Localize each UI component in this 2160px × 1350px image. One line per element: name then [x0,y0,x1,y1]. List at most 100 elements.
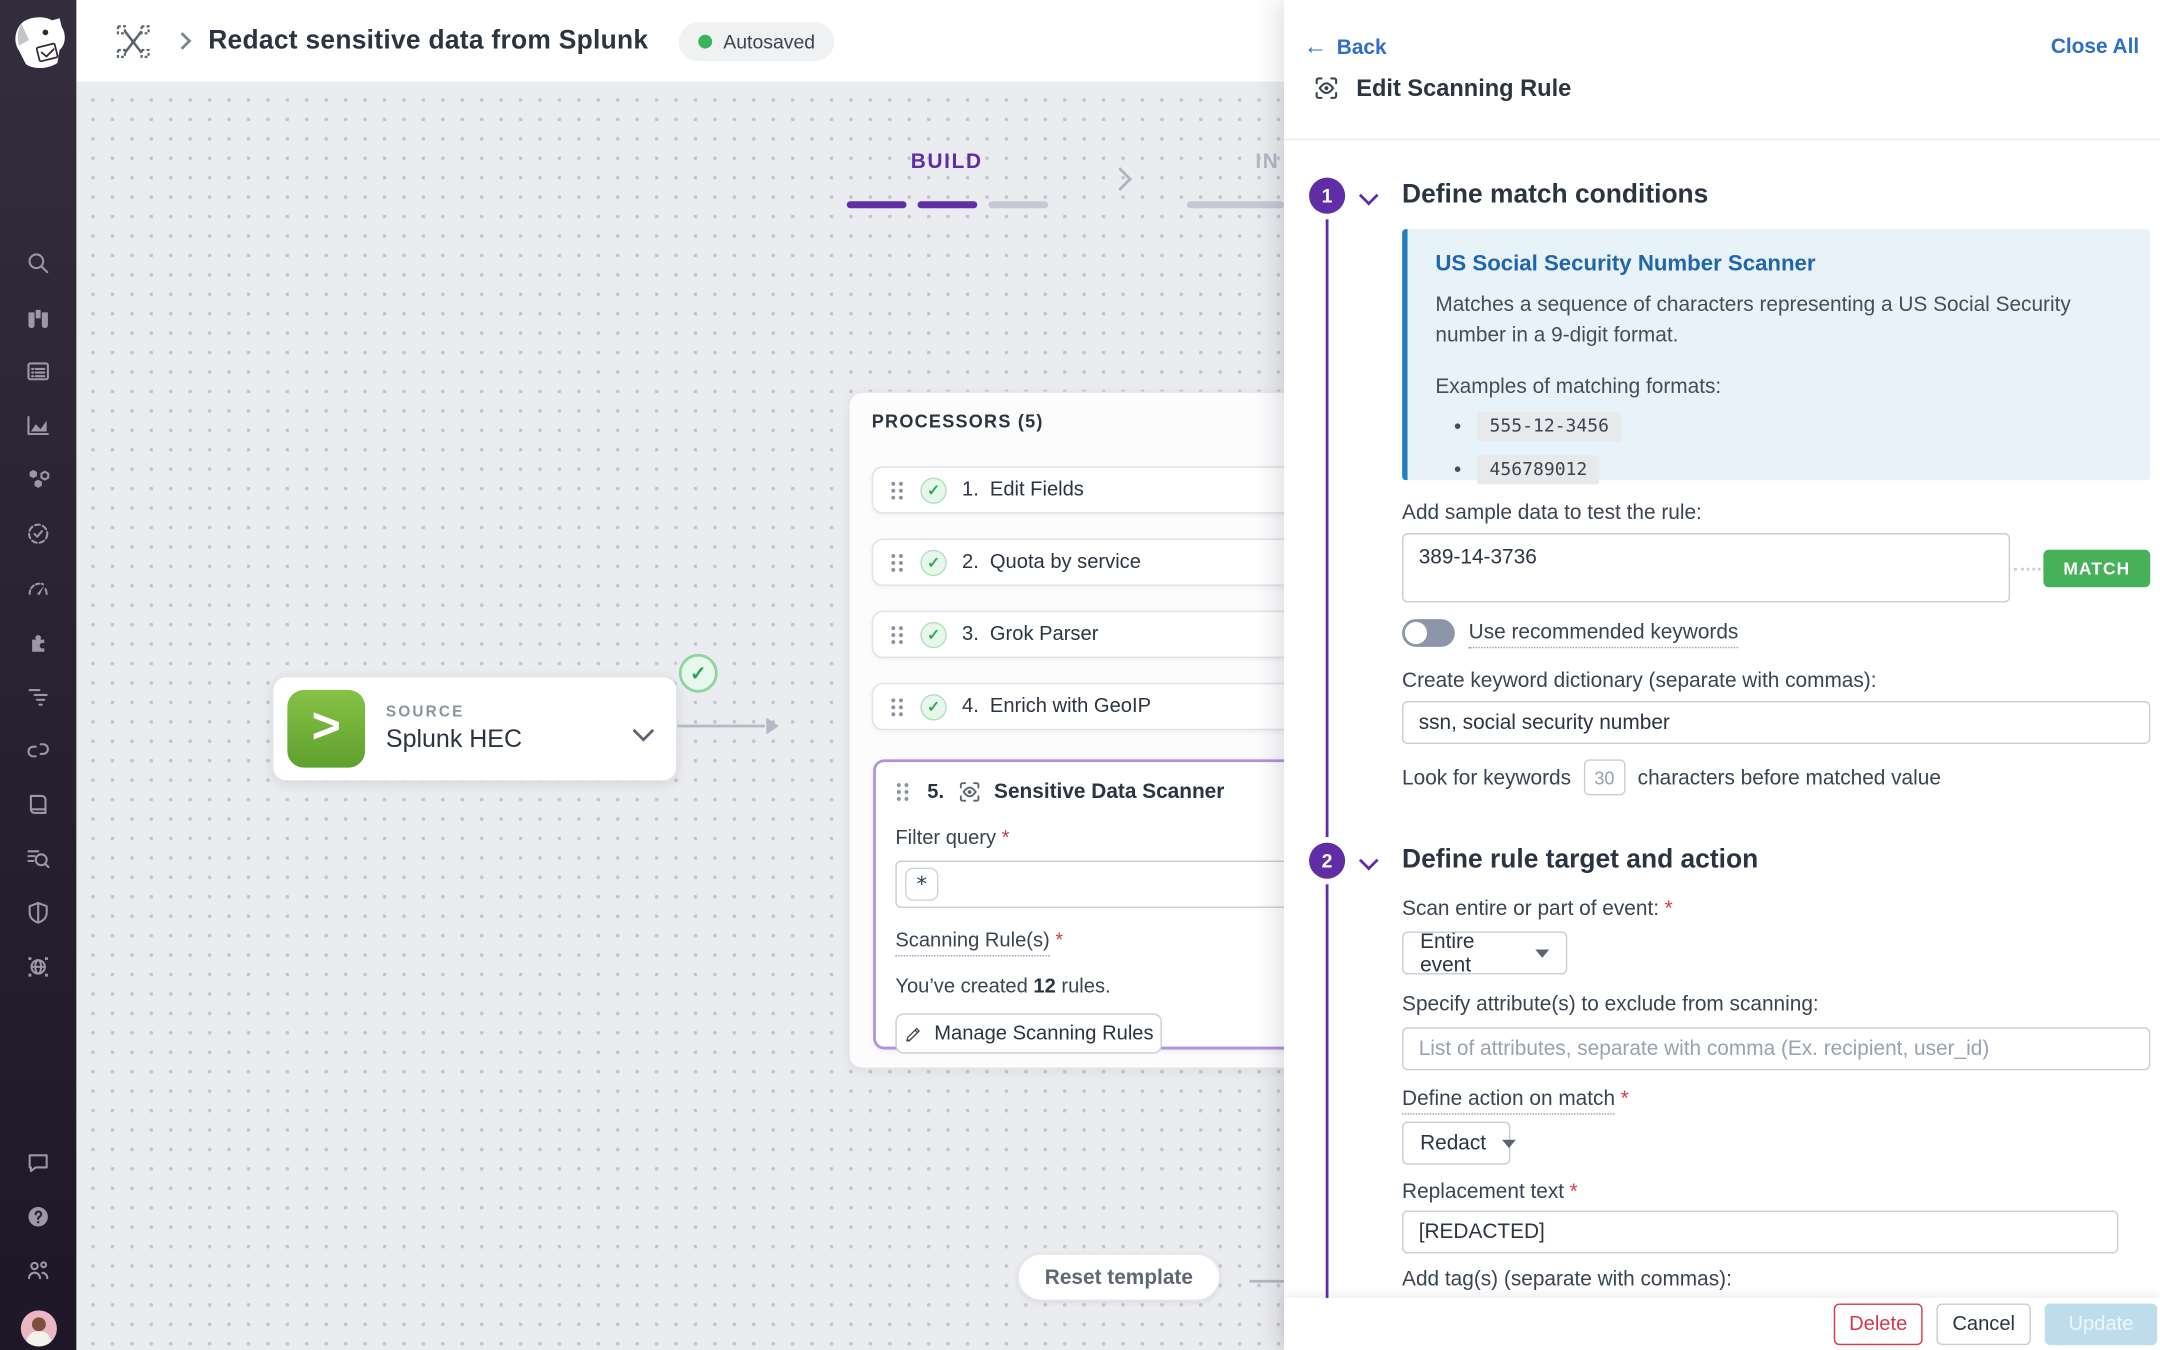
scanning-rules-label: Scanning Rule(s)* [895,930,1284,956]
autosaved-dot-icon [698,34,712,48]
scanner-info-title: US Social Security Number Scanner [1435,253,2122,278]
example-item: 456789012 [1455,455,2123,484]
scan-scope-select[interactable]: Entire event [1402,931,1567,974]
step-install-label[interactable]: IN [1226,150,1284,174]
exclude-attributes-input[interactable] [1402,1027,2150,1070]
pipelines-breadcrumb-icon[interactable] [115,23,151,59]
drag-handle-icon[interactable] [890,624,905,645]
section-2-number: 2 [1309,843,1345,879]
processor-row-geoip[interactable]: ✓ 4. Enrich with GeoIP [872,683,1284,730]
processors-header: PROCESSORS (5) [872,411,1044,432]
filter-query-chip[interactable]: * [905,868,938,901]
infrastructure-hexagons-icon[interactable] [0,453,76,507]
source-node-splunk-hec[interactable]: > SOURCE Splunk HEC [272,676,677,782]
exclude-attributes-label: Specify attribute(s) to exclude from sca… [1402,993,1819,1017]
step-segment [918,201,978,208]
panel-footer: Delete Cancel Update [1284,1298,2160,1350]
step-build-label[interactable]: BUILD [863,150,1030,174]
section-1-collapse-chevron-icon[interactable] [1359,186,1379,206]
update-button[interactable]: Update [2045,1303,2157,1345]
pencil-icon [904,1024,923,1043]
step-segment [988,201,1048,208]
section-2-collapse-chevron-icon[interactable] [1359,851,1379,871]
breadcrumb-chevron-icon [174,32,192,50]
logs-filter-icon[interactable] [0,669,76,723]
drag-handle-icon[interactable] [890,696,905,717]
scanner-icon [1312,74,1341,103]
action-select[interactable]: Redact [1402,1122,1510,1165]
source-expand-chevron-icon[interactable] [633,720,655,742]
help-icon[interactable] [0,1190,76,1244]
back-arrow-icon: ← [1303,33,1327,61]
processor-row-grok[interactable]: ✓ 3. Grok Parser [872,611,1284,658]
step-chevron-icon [1108,167,1132,191]
source-connector-arrow-icon [766,718,778,735]
example-item: 555-12-3456 [1455,412,2123,441]
scanner-icon [957,779,983,805]
step-segment [1187,201,1284,208]
processor-row-edit-fields[interactable]: ✓ 1. Edit Fields [872,466,1284,513]
datadog-logo[interactable] [8,11,69,78]
panel-title: Edit Scanning Rule [1356,74,1571,102]
user-avatar[interactable] [20,1310,56,1346]
processor-card-sensitive-data-scanner[interactable]: 5. Sensitive Data Scanner Filter query* … [873,759,1284,1049]
recommended-keywords-toggle[interactable] [1402,619,1455,647]
service-link-icon[interactable] [0,723,76,777]
section-connector-line [1326,219,1329,837]
section-2-title: Define rule target and action [1402,845,1758,876]
cancel-button[interactable]: Cancel [1936,1303,2030,1345]
divider [1284,139,2160,140]
synthetics-target-icon[interactable] [0,507,76,561]
replacement-text-input[interactable] [1402,1210,2118,1253]
page-title: Redact sensitive data from Splunk [208,26,648,57]
edit-scanning-rule-panel: ← Back Close All Edit Scanning Rule 1 De… [1284,0,2160,1350]
bullet-icon [1455,423,1461,429]
processor-check-icon: ✓ [920,477,946,503]
keyword-dictionary-label: Create keyword dictionary (separate with… [1402,669,1876,693]
app-root: Redact sensitive data from Splunk Autosa… [0,0,2160,1350]
sample-data-input[interactable]: 389-14-3736 [1402,533,2010,602]
processor-check-icon: ✓ [920,621,946,647]
integrations-puzzle-icon[interactable] [0,615,76,669]
apm-gauge-icon[interactable] [0,561,76,615]
close-all-link[interactable]: Close All [2051,35,2139,59]
search-icon[interactable] [0,236,76,290]
delete-button[interactable]: Delete [1834,1303,1923,1345]
processor-row-quota[interactable]: ✓ 2. Quota by service [872,539,1284,586]
back-link[interactable]: ← Back [1303,33,1386,61]
metrics-chart-icon[interactable] [0,398,76,452]
watchdog-binoculars-icon[interactable] [0,290,76,344]
notebook-icon[interactable] [0,777,76,831]
log-explorer-icon[interactable] [0,832,76,886]
step-segment [847,201,907,208]
chat-icon[interactable] [0,1136,76,1190]
dashboards-icon[interactable] [0,344,76,398]
section-connector-line [1326,884,1329,1298]
match-button[interactable]: MATCH [2043,550,2150,587]
org-people-icon[interactable] [0,1244,76,1298]
drag-handle-icon[interactable] [890,552,905,573]
section-1-number: 1 [1309,178,1345,214]
source-kind-label: SOURCE [386,704,522,721]
filter-query-input[interactable]: * [895,861,1284,908]
drag-handle-icon[interactable] [895,782,910,803]
reset-template-button[interactable]: Reset template [1018,1254,1221,1301]
bullet-icon [1455,466,1461,472]
destination-connector-line [1249,1280,1284,1283]
source-valid-check-icon: ✓ [679,654,718,693]
keyword-chars-input[interactable]: 30 [1584,759,1626,795]
security-shield-icon[interactable] [0,886,76,940]
filter-query-label: Filter query* [895,827,1284,849]
network-globe-icon[interactable] [0,940,76,994]
manage-scanning-rules-button[interactable]: Manage Scanning Rules [895,1013,1162,1053]
processor-check-icon: ✓ [920,549,946,575]
recommended-keywords-label: Use recommended keywords [1469,621,1739,649]
scanner-info-description: Matches a sequence of characters represe… [1435,290,2146,350]
keyword-dictionary-input[interactable] [1402,701,2150,744]
scan-scope-label: Scan entire or part of event:* [1402,897,1673,921]
drag-handle-icon[interactable] [890,480,905,501]
processors-group: PROCESSORS (5) ✓ 1. Edit Fields ✓ 2. Quo… [848,391,1284,1068]
autosaved-badge: Autosaved [679,22,835,61]
dropdown-arrow-icon [1501,1139,1515,1147]
scanner-info-box: US Social Security Number Scanner Matche… [1402,229,2150,480]
